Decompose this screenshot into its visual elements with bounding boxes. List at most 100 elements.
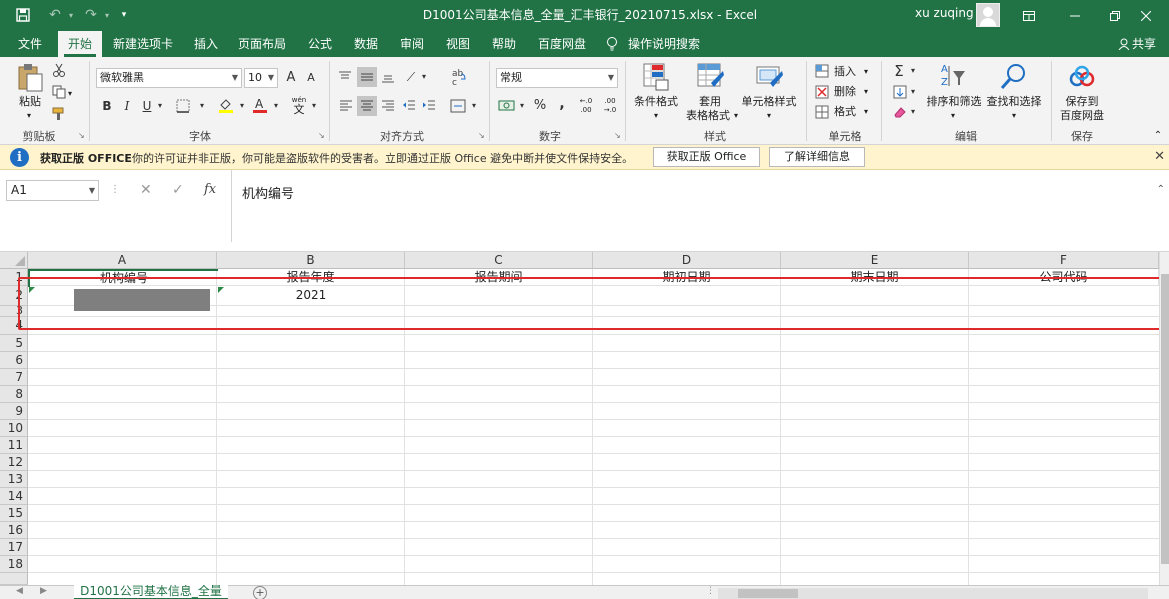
column-header-d[interactable]: D — [593, 252, 781, 269]
format-as-table-button[interactable]: 表格格式 — [680, 109, 736, 123]
row-header-3[interactable]: 3 — [0, 305, 28, 317]
increase-decimal-button[interactable]: ←.0.00 — [576, 97, 596, 115]
close-icon[interactable]: ✕ — [1154, 149, 1165, 164]
column-header-b[interactable]: B — [217, 252, 405, 269]
row-header-15[interactable]: 15 — [0, 505, 28, 522]
conditional-format-icon[interactable] — [643, 63, 669, 94]
shrink-font-button[interactable]: A — [303, 68, 319, 88]
insert-dropdown-icon[interactable]: ▾ — [862, 65, 870, 79]
delete-dropdown-icon[interactable]: ▾ — [862, 85, 870, 99]
row-header-7[interactable]: 7 — [0, 369, 28, 386]
sort-dropdown-icon[interactable]: ▾ — [948, 109, 958, 123]
row-header-2[interactable]: 2 — [0, 286, 28, 306]
close-icon[interactable] — [1123, 0, 1169, 31]
learn-more-button[interactable]: 了解详细信息 — [769, 147, 865, 167]
decrease-indent-icon[interactable] — [402, 99, 416, 116]
conditional-dropdown-icon[interactable]: ▾ — [651, 109, 661, 123]
align-top-icon[interactable] — [338, 70, 352, 87]
format-cells-button[interactable]: 格式 — [832, 105, 858, 119]
name-box[interactable]: A1 ▼ — [6, 180, 99, 201]
row-header-4[interactable]: 4 — [0, 317, 28, 335]
tab-help[interactable]: 帮助 — [484, 31, 524, 57]
prev-sheet-icon[interactable]: ◀ — [16, 586, 23, 596]
format-as-table-icon[interactable] — [697, 63, 725, 94]
row-header-9[interactable]: 9 — [0, 403, 28, 420]
underline-dropdown-icon[interactable]: ▾ — [156, 96, 164, 116]
save-baidu-button[interactable]: 百度网盘 — [1056, 109, 1108, 123]
alignment-launcher-icon[interactable]: ↘ — [478, 131, 485, 140]
cut-icon[interactable] — [52, 63, 66, 80]
tab-page-layout[interactable]: 页面布局 — [234, 31, 290, 57]
border-icon[interactable] — [176, 99, 190, 116]
align-left-icon[interactable] — [339, 99, 353, 116]
format-cells-icon[interactable] — [815, 105, 829, 122]
row-header-1[interactable]: 1 — [0, 269, 28, 286]
fill-color-icon[interactable] — [218, 97, 234, 116]
collapse-formula-icon[interactable]: ⌃ — [1157, 184, 1165, 195]
insert-cells-icon[interactable] — [815, 64, 829, 81]
row-header-8[interactable]: 8 — [0, 386, 28, 403]
cell-d1[interactable]: 期初日期 — [593, 269, 781, 286]
column-header-f[interactable]: F — [969, 252, 1159, 269]
vertical-scrollbar[interactable] — [1159, 252, 1169, 585]
align-bottom-icon[interactable] — [381, 70, 395, 87]
grow-font-button[interactable]: A — [283, 68, 299, 88]
font-launcher-icon[interactable]: ↘ — [318, 131, 325, 140]
border-dropdown-icon[interactable]: ▾ — [198, 96, 206, 116]
format-as-table-label1[interactable]: 套用 — [690, 95, 730, 109]
sheet-bar-grip[interactable]: ⋮ — [706, 586, 715, 596]
insert-function-button[interactable]: fx — [204, 182, 216, 197]
row-header-12[interactable]: 12 — [0, 454, 28, 471]
collapse-ribbon-icon[interactable]: ⌃ — [1152, 129, 1164, 143]
tab-formulas[interactable]: 公式 — [300, 31, 340, 57]
cell-b2[interactable]: 2021 — [217, 286, 405, 306]
sort-filter-button[interactable]: 排序和筛选 — [924, 95, 984, 109]
cell-b1[interactable]: 报告年度 — [217, 269, 405, 286]
user-name[interactable]: xu zuqing — [915, 6, 974, 20]
redo-icon[interactable]: ↷ — [82, 5, 100, 25]
formula-input[interactable]: 机构编号 — [231, 170, 1161, 242]
row-header-13[interactable]: 13 — [0, 471, 28, 488]
cell-styles-dropdown-icon[interactable]: ▾ — [764, 109, 774, 123]
tab-view[interactable]: 视图 — [438, 31, 478, 57]
align-right-icon[interactable] — [381, 99, 395, 116]
ribbon-display-icon[interactable] — [1006, 0, 1052, 31]
redo-dropdown-icon[interactable]: ▾ — [102, 5, 112, 25]
row-header-11[interactable]: 11 — [0, 437, 28, 454]
undo-icon[interactable]: ↶ — [46, 5, 64, 25]
clipboard-launcher-icon[interactable]: ↘ — [78, 131, 85, 140]
underline-button[interactable]: U — [139, 96, 155, 116]
tab-new[interactable]: 新建选项卡 — [108, 31, 178, 57]
tell-me-search[interactable]: 操作说明搜索 — [628, 31, 704, 57]
share-button[interactable]: 共享 — [1132, 31, 1162, 57]
avatar[interactable] — [976, 3, 1000, 27]
tab-data[interactable]: 数据 — [346, 31, 386, 57]
table-dropdown-icon[interactable]: ▾ — [732, 109, 740, 123]
autosum-dropdown-icon[interactable]: ▾ — [909, 61, 917, 81]
column-header-a[interactable]: A — [28, 252, 217, 269]
customize-toolbar-icon[interactable]: ▾ — [118, 5, 130, 25]
undo-dropdown-icon[interactable]: ▾ — [66, 5, 76, 25]
column-header-e[interactable]: E — [781, 252, 969, 269]
italic-button[interactable]: I — [119, 96, 135, 116]
merge-center-icon[interactable] — [450, 99, 466, 116]
comma-button[interactable]: , — [556, 94, 568, 114]
cell-a1[interactable]: 机构编号 — [28, 269, 218, 287]
formula-bar-grip[interactable]: ⋮ — [110, 184, 120, 195]
format-dropdown-icon[interactable]: ▾ — [862, 105, 870, 119]
paste-button[interactable]: 粘贴 — [13, 95, 47, 109]
share-icon[interactable] — [1116, 31, 1132, 57]
row-header-14[interactable]: 14 — [0, 488, 28, 505]
autosum-icon[interactable]: Σ — [891, 61, 907, 81]
bold-button[interactable]: B — [99, 96, 115, 116]
row-header-16[interactable]: 16 — [0, 522, 28, 539]
row-header-18[interactable]: 18 — [0, 556, 28, 573]
align-middle-icon[interactable] — [357, 67, 377, 87]
orientation-icon[interactable]: ⟋ — [402, 67, 420, 87]
cell-styles-icon[interactable] — [756, 63, 784, 94]
sheet-tab[interactable]: D1001公司基本信息_全量 — [74, 585, 228, 599]
delete-cells-button[interactable]: 删除 — [832, 85, 858, 99]
accounting-icon[interactable] — [498, 99, 516, 116]
cancel-icon[interactable]: ✕ — [140, 182, 152, 198]
horizontal-scroll-thumb[interactable] — [738, 589, 798, 598]
